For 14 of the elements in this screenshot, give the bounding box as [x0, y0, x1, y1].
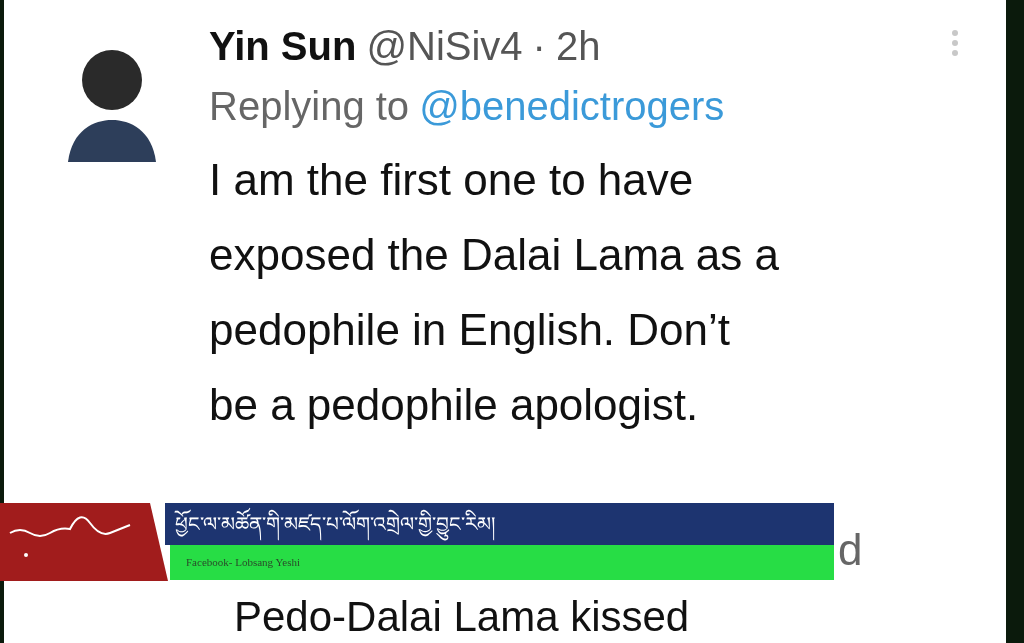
replying-label: Replying to: [209, 83, 410, 130]
more-options-icon[interactable]: [952, 30, 958, 56]
post-time[interactable]: 2h: [555, 18, 601, 74]
author-handle[interactable]: @NiSiv4: [366, 18, 523, 74]
tweet-text-line: I am the first one to have: [209, 154, 695, 206]
quoted-text-fragment: d: [838, 524, 863, 576]
tweet-text-line: pedophile in English. Don’t: [209, 304, 732, 356]
author-name[interactable]: Yin Sun: [209, 18, 357, 74]
tweet-text-line: be a pedophile apologist.: [209, 379, 700, 431]
quoted-tweet-text: Pedo-Dalai Lama kissed: [234, 594, 690, 640]
headline-text: ཕྱོང་ལ་མཚོན་གི་མཛད་པ་ལོག་འགྲེལ་གྱི་བྱུང་རིམ།: [175, 509, 495, 539]
separator: ·: [532, 23, 546, 70]
tweet-text-line: exposed the Dalai Lama as a: [209, 229, 779, 281]
source-text: Facebook- Lobsang Yeshi: [186, 555, 300, 571]
